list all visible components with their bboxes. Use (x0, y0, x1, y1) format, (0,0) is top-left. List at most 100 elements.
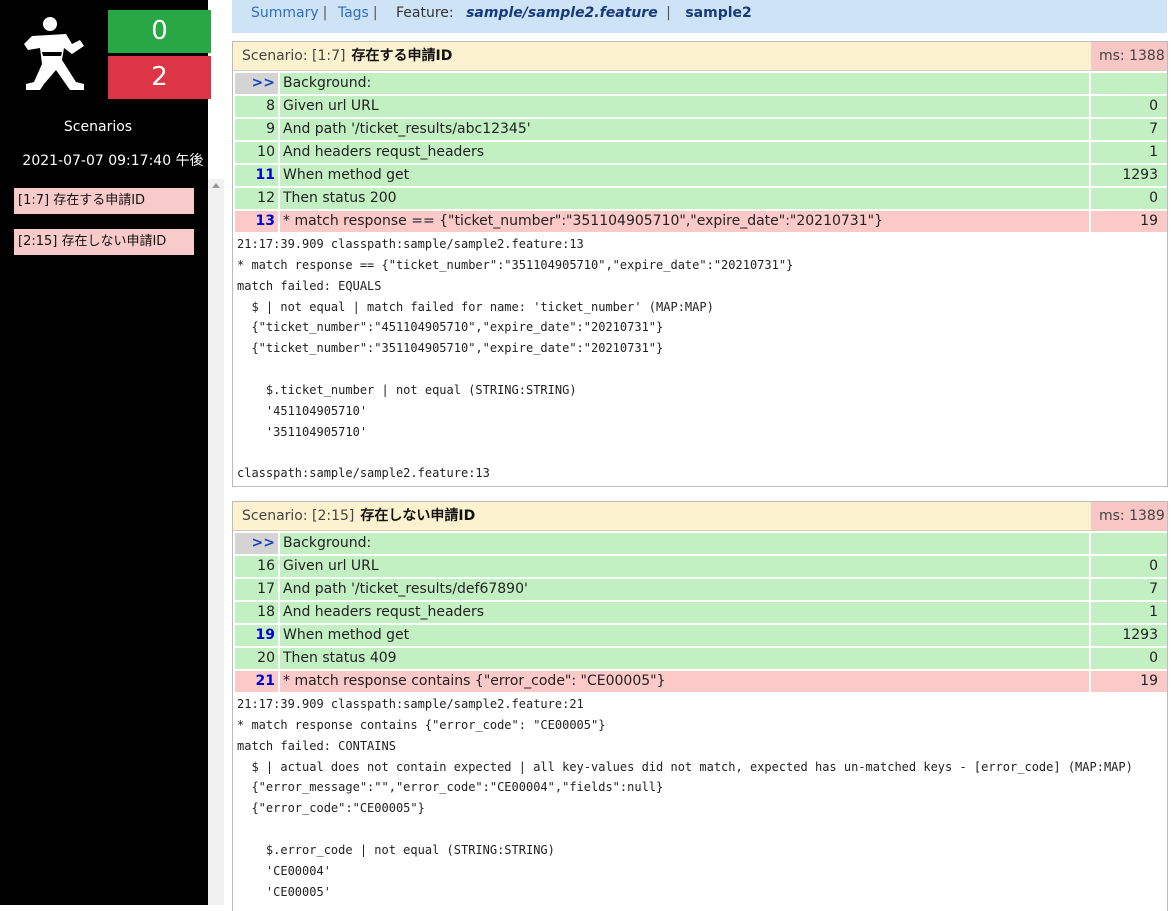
step-row: 8 Given url URL 0 (235, 96, 1167, 119)
step-ms: 0 (1091, 648, 1167, 669)
log-line: $.ticket_number | not equal (STRING:STRI… (237, 382, 577, 397)
log-line: match failed: CONTAINS (237, 738, 396, 753)
step-row: 18 And headers requst_headers 1 (235, 602, 1167, 625)
step-line: 17 (235, 579, 278, 600)
nav-scenario-1[interactable]: [1:7] 存在する申請ID (14, 188, 194, 214)
step-row: 10 And headers requst_headers 1 (235, 142, 1167, 165)
log-line: 'CE00004' (237, 863, 331, 878)
separator: | (372, 5, 378, 21)
scroll-up-arrow-icon[interactable] (212, 183, 220, 188)
log-line: $ | not equal | match failed for name: '… (237, 299, 714, 314)
step-row: 16 Given url URL 0 (235, 556, 1167, 579)
scenario-panel: Scenario: [2:15] 存在しない申請ID ms: 1389 >> Bac… (232, 501, 1168, 911)
step-ms: 1293 (1091, 625, 1167, 646)
summary-link[interactable]: Summary (251, 5, 319, 21)
separator: | (322, 5, 328, 21)
log-line: {"error_message":"","error_code":"CE0000… (237, 780, 664, 795)
step-row: >> Background: (235, 533, 1167, 556)
step-row-failed: 21 * match response contains {"error_code… (235, 671, 1167, 694)
tags-link[interactable]: Tags (338, 5, 369, 21)
step-text: Then status 409 (280, 648, 1089, 669)
step-ms: 0 (1091, 188, 1167, 209)
step-ms: 1 (1091, 142, 1167, 163)
step-line: 10 (235, 142, 278, 163)
log-line: {"ticket_number":"451104905710","expire_… (237, 320, 664, 335)
log-line: $ | actual does not contain expected | a… (237, 759, 1133, 774)
log-line: '351104905710' (237, 424, 368, 439)
step-ms: 7 (1091, 119, 1167, 140)
step-ms (1091, 73, 1167, 94)
sidebar: 0 2 Scenarios 2021-07-07 09:17:40 午後 [1:… (0, 0, 211, 905)
step-text: And headers requst_headers (280, 142, 1089, 163)
scenario-panel: Scenario: [1:7] 存在する申請ID ms: 1388 >> Backg… (232, 41, 1168, 487)
step-ms (1091, 533, 1167, 554)
step-ms: 19 (1091, 671, 1167, 692)
failure-log: 21:17:39.909 classpath:sample/sample2.fe… (233, 234, 1167, 484)
step-ms: 1293 (1091, 165, 1167, 186)
step-line: 11 (235, 165, 278, 186)
step-ms: 19 (1091, 211, 1167, 232)
log-line: {"ticket_number":"351104905710","expire_… (237, 341, 664, 356)
feature-path: sample/sample2.feature (466, 5, 658, 21)
step-ms: 1 (1091, 602, 1167, 623)
step-row: >> Background: (235, 73, 1167, 96)
step-row: 11 When method get 1293 (235, 165, 1167, 188)
step-line: 9 (235, 119, 278, 140)
step-line: 12 (235, 188, 278, 209)
step-text: And path '/ticket_results/abc12345' (280, 119, 1089, 140)
step-line: >> (235, 73, 278, 94)
step-row: 12 Then status 200 0 (235, 188, 1167, 211)
step-text: Given url URL (280, 556, 1089, 577)
log-line: $.error_code | not equal (STRING:STRING) (237, 842, 555, 857)
nav-scenario-2[interactable]: [2:15] 存在しない申請ID (14, 229, 194, 255)
step-line: 21 (235, 671, 278, 692)
step-row-failed: 13 * match response == {"ticket_number":"… (235, 211, 1167, 234)
step-list: >> Background: 8 Given url URL 0 9 And path … (233, 73, 1167, 234)
feature-label: Feature: (396, 5, 454, 21)
log-line: '451104905710' (237, 403, 368, 418)
scenario-duration: ms: 1388 (1091, 42, 1167, 70)
karate-logo-icon (24, 17, 84, 90)
scenario-duration: ms: 1389 (1091, 502, 1167, 530)
step-text: Background: (280, 73, 1089, 94)
step-ms: 7 (1091, 579, 1167, 600)
log-line: 21:17:39.909 classpath:sample/sample2.fe… (237, 697, 584, 711)
separator: | (666, 5, 671, 21)
failure-log: 21:17:39.909 classpath:sample/sample2.fe… (233, 694, 1167, 902)
step-line: >> (235, 533, 278, 554)
step-list: >> Background: 16 Given url URL 0 17 And pat… (233, 533, 1167, 694)
step-ms: 0 (1091, 556, 1167, 577)
scenario-name: 存在する申請ID (351, 48, 453, 64)
step-text: Given url URL (280, 96, 1089, 117)
step-row: 20 Then status 409 0 (235, 648, 1167, 671)
step-text: * match response == {"ticket_number":"35… (280, 211, 1089, 232)
step-text: And headers requst_headers (280, 602, 1089, 623)
scenario-label: Scenario: [2:15] (242, 508, 355, 524)
sidebar-scrollbar[interactable] (208, 179, 224, 905)
step-text: And path '/ticket_results/def67890' (280, 579, 1089, 600)
log-line: 'CE00005' (237, 884, 331, 899)
step-row: 17 And path '/ticket_results/def67890' 7 (235, 579, 1167, 602)
scenario-label: Scenario: [1:7] (242, 48, 346, 64)
scenarios-label: Scenarios (63, 119, 133, 135)
step-text: Then status 200 (280, 188, 1089, 209)
step-line: 13 (235, 211, 278, 232)
step-text: When method get (280, 625, 1089, 646)
log-line: match failed: EQUALS (237, 278, 382, 293)
log-line: * match response == {"ticket_number":"35… (237, 257, 794, 272)
step-ms: 0 (1091, 96, 1167, 117)
log-line: classpath:sample/sample2.feature:13 (237, 466, 490, 481)
step-line: 18 (235, 602, 278, 623)
scenario-header: Scenario: [2:15] 存在しない申請ID ms: 1389 (233, 502, 1167, 531)
step-text: When method get (280, 165, 1089, 186)
scenario-header: Scenario: [1:7] 存在する申請ID ms: 1388 (233, 42, 1167, 71)
top-nav-bar: Summary | Tags | Feature: sample/sample2.f… (232, 0, 1167, 33)
passed-count: 0 (108, 10, 211, 53)
step-line: 19 (235, 625, 278, 646)
step-line: 16 (235, 556, 278, 577)
feature-name: sample2 (685, 5, 752, 21)
step-row: 19 When method get 1293 (235, 625, 1167, 648)
step-line: 8 (235, 96, 278, 117)
failed-count: 2 (108, 56, 211, 99)
log-line: * match response contains {"error_code":… (237, 717, 606, 732)
